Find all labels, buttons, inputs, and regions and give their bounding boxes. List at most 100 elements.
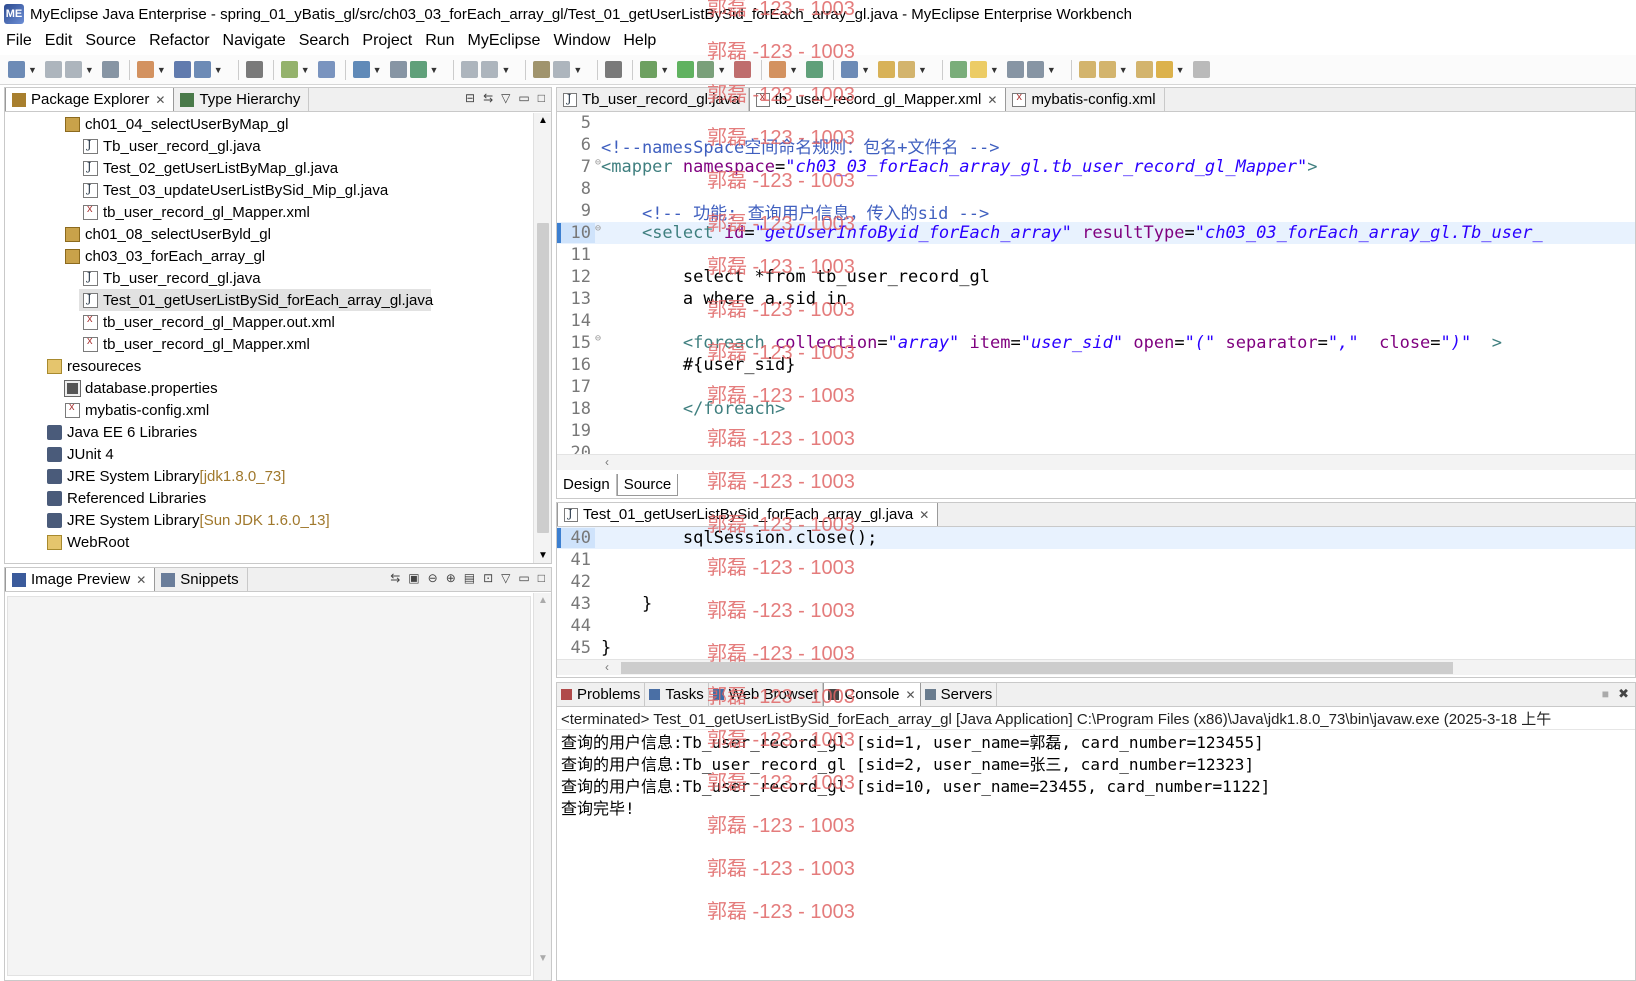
toolbar-button-icon[interactable]: [677, 61, 695, 78]
toolbar-button-icon[interactable]: [1006, 61, 1024, 78]
vertical-scrollbar[interactable]: ▲ ▼: [533, 113, 551, 563]
tree-item[interactable]: JRE System Library [jdk1.8.0_73]: [5, 465, 531, 487]
tab-tasks[interactable]: Tasks: [645, 683, 709, 706]
toolbar-button-icon[interactable]: [101, 61, 119, 78]
tab-problems[interactable]: Problems: [557, 683, 646, 706]
fold-icon[interactable]: ⊖: [595, 223, 601, 234]
toolbar-button-icon[interactable]: [64, 61, 82, 78]
toolbar-button-icon[interactable]: [697, 61, 715, 78]
menu-navigate[interactable]: Navigate: [223, 32, 286, 50]
close-icon[interactable]: ✕: [987, 93, 997, 107]
toolbar-button-icon[interactable]: [481, 61, 499, 78]
vertical-scrollbar[interactable]: ▲ ▼: [533, 593, 551, 980]
toolbar-button-icon[interactable]: [969, 61, 987, 78]
toolbar-button-icon[interactable]: [352, 61, 370, 78]
toolbar-button-icon[interactable]: [553, 61, 571, 78]
dropdown-arrow-icon[interactable]: ▼: [28, 65, 37, 75]
dropdown-arrow-icon[interactable]: ▼: [573, 65, 582, 75]
dropdown-arrow-icon[interactable]: ▼: [301, 65, 310, 75]
terminate-icon[interactable]: ■: [1602, 687, 1609, 701]
link-with-editor-icon[interactable]: ⇆: [483, 91, 493, 105]
zoom-in-icon[interactable]: ⊕: [446, 571, 456, 585]
fit-icon[interactable]: ⊡: [483, 571, 493, 585]
tree-item[interactable]: Test_01_getUserListBySid_forEach_array_g…: [79, 289, 433, 311]
java-code-area[interactable]: 40 sqlSession.close(); 41 42 43 } 44 45}: [557, 527, 1635, 659]
remove-launch-icon[interactable]: ✖: [1618, 686, 1629, 702]
horizontal-scrollbar[interactable]: ‹: [557, 454, 1635, 470]
tab-mybatis-config-xml[interactable]: mybatis-config.xml: [1006, 88, 1165, 111]
toolbar-button-icon[interactable]: [461, 61, 479, 78]
tree-item[interactable]: Java EE 6 Libraries: [5, 421, 531, 443]
menu-file[interactable]: File: [6, 32, 32, 50]
view-menu-icon[interactable]: ▽: [501, 91, 510, 105]
dropdown-arrow-icon[interactable]: ▼: [861, 65, 870, 75]
tree-item[interactable]: WebRoot: [5, 531, 531, 553]
toolbar-button-icon[interactable]: [136, 61, 154, 78]
menu-run[interactable]: Run: [425, 32, 454, 50]
minimize-icon[interactable]: ▭: [518, 91, 529, 105]
toolbar-button-icon[interactable]: [1192, 61, 1210, 78]
toolbar-button-icon[interactable]: [317, 61, 335, 78]
scrollbar-thumb[interactable]: [621, 662, 1453, 674]
tab-tb-user-record-gl-mapper-xml[interactable]: tb_user_record_gl_Mapper.xml ✕: [748, 88, 1007, 111]
toolbar-button-icon[interactable]: [245, 61, 263, 78]
xml-code-area[interactable]: 5 6 <!--namesSpace空间命名规则：包名+文件名 --> 7 ⊖ <mapp…: [557, 112, 1635, 464]
close-icon[interactable]: ✕: [906, 688, 916, 702]
scroll-left-icon[interactable]: ‹: [605, 660, 609, 674]
dropdown-arrow-icon[interactable]: ▼: [85, 65, 94, 75]
tab-type-hierarchy[interactable]: Type Hierarchy: [174, 88, 310, 111]
tab-console[interactable]: Console ✕: [823, 683, 921, 706]
tree-item[interactable]: ch01_08_selectUserByld_gl: [5, 223, 531, 245]
scroll-up-icon[interactable]: ▲: [538, 595, 548, 606]
toolbar-button-icon[interactable]: [640, 61, 658, 78]
dropdown-arrow-icon[interactable]: ▼: [918, 65, 927, 75]
toolbar-button-icon[interactable]: [605, 61, 623, 78]
dropdown-arrow-icon[interactable]: ▼: [990, 65, 999, 75]
close-icon[interactable]: ✕: [919, 508, 929, 522]
tree-item[interactable]: JUnit 4: [5, 443, 531, 465]
fold-icon[interactable]: ⊖: [595, 157, 601, 168]
toolbar-button-icon[interactable]: [769, 61, 787, 78]
tab-servers[interactable]: Servers: [921, 683, 998, 706]
tree-item[interactable]: tb_user_record_gl_Mapper.xml: [5, 333, 531, 355]
tree-item[interactable]: Referenced Libraries: [5, 487, 531, 509]
toolbar-button-icon[interactable]: [949, 61, 967, 78]
menu-myeclipse[interactable]: MyEclipse: [468, 32, 541, 50]
tab-tb-user-record-gl-java[interactable]: Tb_user_record_gl.java: [557, 88, 749, 111]
toolbar-button-icon[interactable]: [280, 61, 298, 78]
menu-source[interactable]: Source: [85, 32, 136, 50]
tree-item[interactable]: JRE System Library [Sun JDK 1.6.0_13]: [5, 509, 531, 531]
menu-project[interactable]: Project: [362, 32, 412, 50]
toolbar-button-icon[interactable]: [1155, 61, 1173, 78]
zoom-out-icon[interactable]: ⊖: [428, 571, 438, 585]
minimize-icon[interactable]: ▭: [518, 571, 529, 585]
close-icon[interactable]: ✕: [155, 93, 165, 107]
toolbar-button-icon[interactable]: [877, 61, 895, 78]
scroll-down-icon[interactable]: ▼: [538, 550, 548, 561]
scroll-down-icon[interactable]: ▼: [538, 953, 548, 964]
menu-edit[interactable]: Edit: [45, 32, 73, 50]
sync-icon[interactable]: ⇆: [390, 571, 400, 585]
tab-package-explorer[interactable]: Package Explorer ✕: [5, 88, 175, 111]
dropdown-arrow-icon[interactable]: ▼: [789, 65, 798, 75]
toolbar-button-icon[interactable]: [193, 61, 211, 78]
tree-item[interactable]: Tb_user_record_gl.java: [5, 135, 531, 157]
tree-item[interactable]: Test_02_getUserListByMap_gl.java: [5, 157, 531, 179]
tree-item[interactable]: Tb_user_record_gl.java: [5, 267, 531, 289]
dropdown-arrow-icon[interactable]: ▼: [660, 65, 669, 75]
dropdown-arrow-icon[interactable]: ▼: [430, 65, 439, 75]
tree-item[interactable]: ch01_04_selectUserByMap_gl: [5, 113, 531, 135]
tab-web-browser[interactable]: Web Browser: [709, 683, 824, 706]
image-icon[interactable]: ▣: [408, 571, 419, 585]
menu-search[interactable]: Search: [299, 32, 350, 50]
toolbar-button-icon[interactable]: [8, 61, 25, 78]
scrollbar-thumb[interactable]: [537, 223, 549, 533]
scroll-left-icon[interactable]: ‹: [605, 455, 609, 469]
dropdown-arrow-icon[interactable]: ▼: [501, 65, 510, 75]
toolbar-button-icon[interactable]: [1078, 61, 1096, 78]
dropdown-arrow-icon[interactable]: ▼: [1047, 65, 1056, 75]
view-menu-icon[interactable]: ▽: [501, 571, 510, 585]
tab-image-preview[interactable]: Image Preview ✕: [5, 568, 156, 591]
toolbar-button-icon[interactable]: [389, 61, 407, 78]
toolbar-button-icon[interactable]: [1026, 61, 1044, 78]
